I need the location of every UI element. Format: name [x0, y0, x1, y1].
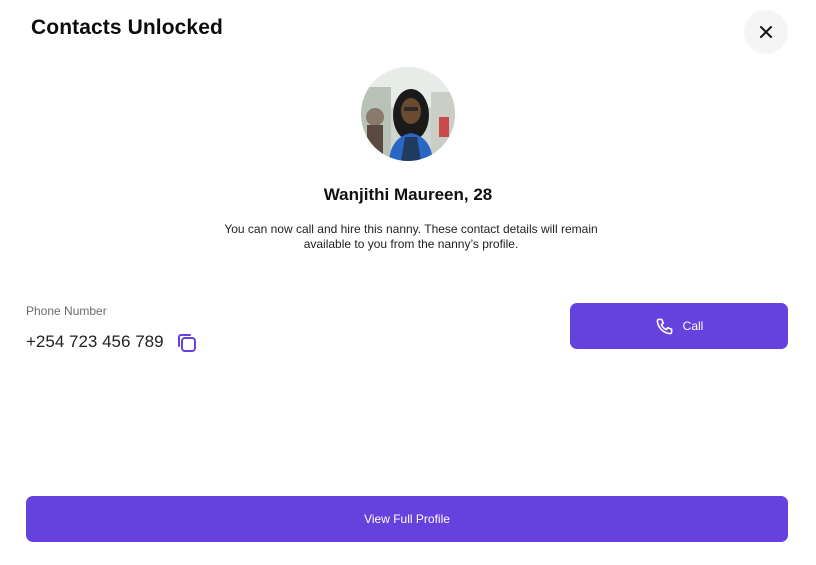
nanny-name: Wanjithi Maureen, 28	[323, 185, 493, 204]
close-button[interactable]	[744, 10, 788, 54]
unlock-description: You can now call and hire this nanny. Th…	[224, 222, 598, 251]
contacts-unlocked-modal: Contacts Unlocked Wanjithi Maureen, 28 Y…	[0, 0, 816, 565]
modal-title: Contacts Unlocked	[31, 16, 223, 39]
phone-icon	[656, 318, 673, 334]
phone-number-label: Phone Number	[26, 304, 107, 318]
copy-phone-button[interactable]	[174, 330, 200, 356]
avatar	[361, 67, 455, 161]
call-button-label: Call	[682, 319, 704, 333]
phone-number-value: +254 723 456 789	[26, 332, 164, 351]
view-full-profile-label: View Full Profile	[364, 512, 450, 526]
call-button[interactable]: Call	[570, 303, 788, 349]
view-full-profile-button[interactable]: View Full Profile	[26, 496, 788, 542]
close-icon	[760, 26, 772, 38]
copy-icon	[178, 334, 196, 352]
